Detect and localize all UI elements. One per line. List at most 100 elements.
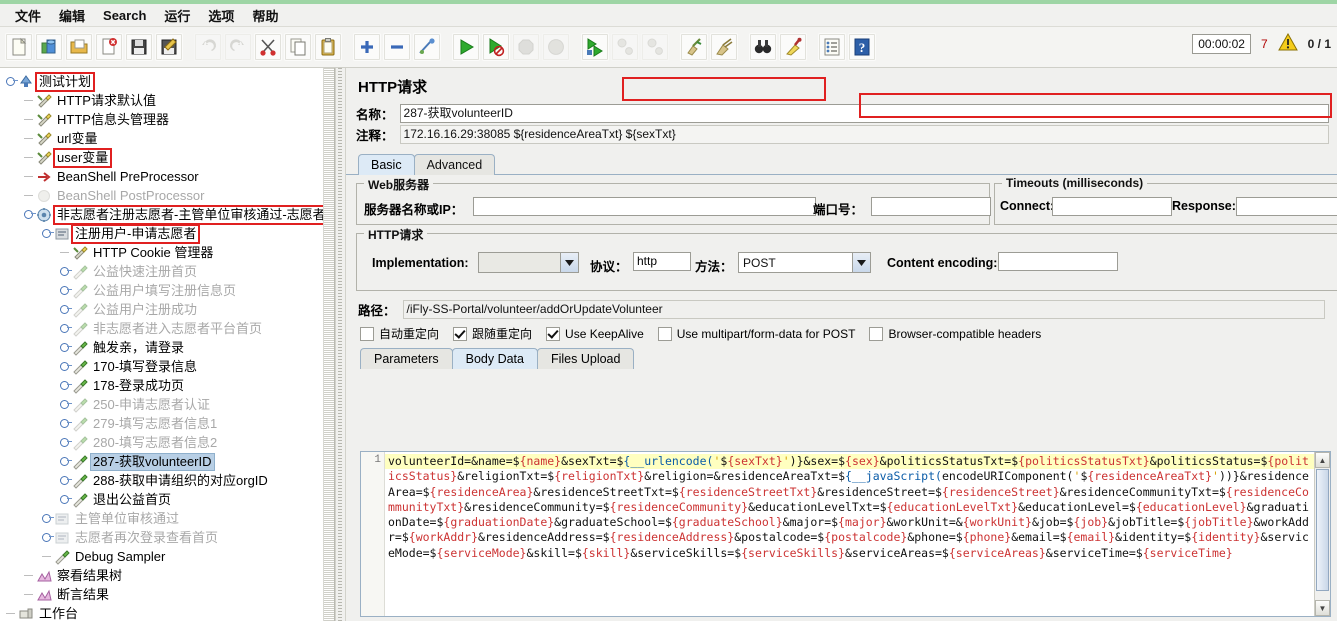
- menu-item-help[interactable]: 帮助: [243, 4, 287, 27]
- checkbox-checked-icon[interactable]: [453, 327, 467, 341]
- tree-node[interactable]: user变量: [0, 148, 334, 167]
- connect-input[interactable]: [1052, 197, 1172, 216]
- tree-expand-handle[interactable]: [58, 491, 71, 508]
- checkbox-unchecked-icon[interactable]: [658, 327, 672, 341]
- tree-expand-handle[interactable]: [58, 415, 71, 432]
- tree-node[interactable]: 非志愿者注册志愿者-主管单位审核通过-志愿者再次: [0, 205, 334, 224]
- tree-expand-handle[interactable]: [40, 529, 53, 546]
- scroll-down-arrow-icon[interactable]: ▼: [1315, 600, 1330, 616]
- help-book-icon[interactable]: ?: [848, 33, 876, 61]
- option-checkbox[interactable]: Use multipart/form-data for POST: [658, 327, 856, 341]
- tree-node[interactable]: url变量: [0, 129, 334, 148]
- binoculars-icon[interactable]: [749, 33, 777, 61]
- option-checkbox[interactable]: Use KeepAlive: [546, 327, 644, 341]
- tree-node[interactable]: HTTP请求默认值: [0, 91, 334, 110]
- menu-item-file[interactable]: 文件: [6, 4, 50, 27]
- checkbox-checked-icon[interactable]: [546, 327, 560, 341]
- tree-node[interactable]: 非志愿者进入志愿者平台首页: [0, 319, 334, 338]
- tree-node[interactable]: 178-登录成功页: [0, 376, 334, 395]
- new-file-icon[interactable]: [5, 33, 33, 61]
- test-plan-tree[interactable]: 测试计划HTTP请求默认值HTTP信息头管理器url变量user变量BeanSh…: [0, 68, 334, 621]
- minus-icon[interactable]: [383, 33, 411, 61]
- tree-node[interactable]: 280-填写志愿者信息2: [0, 433, 334, 452]
- reset-search-icon[interactable]: [779, 33, 807, 61]
- tab-files-upload[interactable]: Files Upload: [537, 348, 634, 369]
- function-helper-icon[interactable]: [818, 33, 846, 61]
- port-input[interactable]: [871, 197, 991, 216]
- protocol-input[interactable]: http: [633, 252, 691, 271]
- option-checkbox[interactable]: 跟随重定向: [453, 325, 532, 342]
- name-input[interactable]: 287-获取volunteerID: [400, 104, 1329, 123]
- checkbox-unchecked-icon[interactable]: [869, 327, 883, 341]
- tree-expand-handle[interactable]: [40, 510, 53, 527]
- warning-triangle-icon[interactable]: [1278, 33, 1298, 54]
- tree-node[interactable]: 工作台: [0, 604, 334, 621]
- tree-expand-handle[interactable]: [58, 396, 71, 413]
- templates-icon[interactable]: [35, 33, 63, 61]
- scroll-thumb[interactable]: [1316, 469, 1329, 591]
- clear-all-icon[interactable]: [710, 33, 738, 61]
- method-select[interactable]: POST: [738, 252, 871, 273]
- copy-icon[interactable]: [284, 33, 312, 61]
- body-data-text[interactable]: volunteerId=&name=${name}&sexTxt=${__url…: [385, 452, 1314, 616]
- tree-node[interactable]: 250-申请志愿者认证: [0, 395, 334, 414]
- tree-node[interactable]: 触发亲，请登录: [0, 338, 334, 357]
- tree-expand-handle[interactable]: [58, 472, 71, 489]
- remote-shutdown-icon[interactable]: [641, 33, 669, 61]
- tree-expand-handle[interactable]: [58, 339, 71, 356]
- tree-node[interactable]: 279-填写志愿者信息1: [0, 414, 334, 433]
- tree-expand-handle[interactable]: [58, 358, 71, 375]
- play-green-icon[interactable]: [452, 33, 480, 61]
- split-divider[interactable]: [335, 68, 346, 621]
- shutdown-icon[interactable]: [542, 33, 570, 61]
- content-encoding-input[interactable]: [998, 252, 1118, 271]
- comment-input[interactable]: 172.16.16.29:38085 ${residenceAreaTxt} $…: [400, 125, 1329, 144]
- tree-node[interactable]: 断言结果: [0, 585, 334, 604]
- tree-node[interactable]: 主管单位审核通过: [0, 509, 334, 528]
- tab-basic[interactable]: Basic: [358, 154, 415, 175]
- menu-item-run[interactable]: 运行: [155, 4, 199, 27]
- save-as-icon[interactable]: [155, 33, 183, 61]
- clipboard-paste-icon[interactable]: [314, 33, 342, 61]
- save-disk-icon[interactable]: [125, 33, 153, 61]
- tree-node[interactable]: 公益用户填写注册信息页: [0, 281, 334, 300]
- tree-node[interactable]: 注册用户-申请志愿者: [0, 224, 334, 243]
- tree-scrollbar[interactable]: [323, 68, 334, 621]
- remote-start-icon[interactable]: [581, 33, 609, 61]
- tree-expand-handle[interactable]: [58, 320, 71, 337]
- tab-parameters[interactable]: Parameters: [360, 348, 453, 369]
- tree-node[interactable]: HTTP Cookie 管理器: [0, 243, 334, 262]
- menu-item-search[interactable]: Search: [94, 6, 155, 25]
- close-file-icon[interactable]: [95, 33, 123, 61]
- option-checkbox[interactable]: 自动重定向: [360, 325, 439, 342]
- toggle-icon[interactable]: [413, 33, 441, 61]
- path-input[interactable]: /iFly-SS-Portal/volunteer/addOrUpdateVol…: [403, 300, 1325, 319]
- tree-node[interactable]: 288-获取申请组织的对应orgID: [0, 471, 334, 490]
- scissors-icon[interactable]: [254, 33, 282, 61]
- tree-node[interactable]: BeanShell PreProcessor: [0, 167, 334, 186]
- body-data-editor[interactable]: 1 volunteerId=&name=${name}&sexTxt=${__u…: [360, 451, 1331, 617]
- tab-body-data[interactable]: Body Data: [452, 348, 538, 369]
- scroll-track[interactable]: [1315, 592, 1330, 600]
- tree-node[interactable]: 287-获取volunteerID: [0, 452, 334, 471]
- tree-expand-handle[interactable]: [58, 263, 71, 280]
- tree-node[interactable]: 170-填写登录信息: [0, 357, 334, 376]
- tree-node[interactable]: HTTP信息头管理器: [0, 110, 334, 129]
- stop-icon[interactable]: [512, 33, 540, 61]
- tree-expand-handle[interactable]: [58, 282, 71, 299]
- tree-expand-handle[interactable]: [4, 73, 17, 90]
- tree-node[interactable]: 公益用户注册成功: [0, 300, 334, 319]
- response-input[interactable]: [1236, 197, 1337, 216]
- menu-item-options[interactable]: 选项: [199, 4, 243, 27]
- scroll-up-arrow-icon[interactable]: ▲: [1315, 452, 1330, 468]
- option-checkbox[interactable]: Browser-compatible headers: [869, 327, 1041, 341]
- tree-node[interactable]: 测试计划: [0, 72, 334, 91]
- tree-node[interactable]: 志愿者再次登录查看首页: [0, 528, 334, 547]
- tree-expand-handle[interactable]: [40, 225, 53, 242]
- tree-expand-handle[interactable]: [22, 206, 35, 223]
- tree-node[interactable]: Debug Sampler: [0, 547, 334, 566]
- editor-vertical-scrollbar[interactable]: ▲ ▼: [1314, 452, 1330, 616]
- checkbox-unchecked-icon[interactable]: [360, 327, 374, 341]
- undo-arrow-icon[interactable]: [194, 33, 222, 61]
- play-no-pause-icon[interactable]: [482, 33, 510, 61]
